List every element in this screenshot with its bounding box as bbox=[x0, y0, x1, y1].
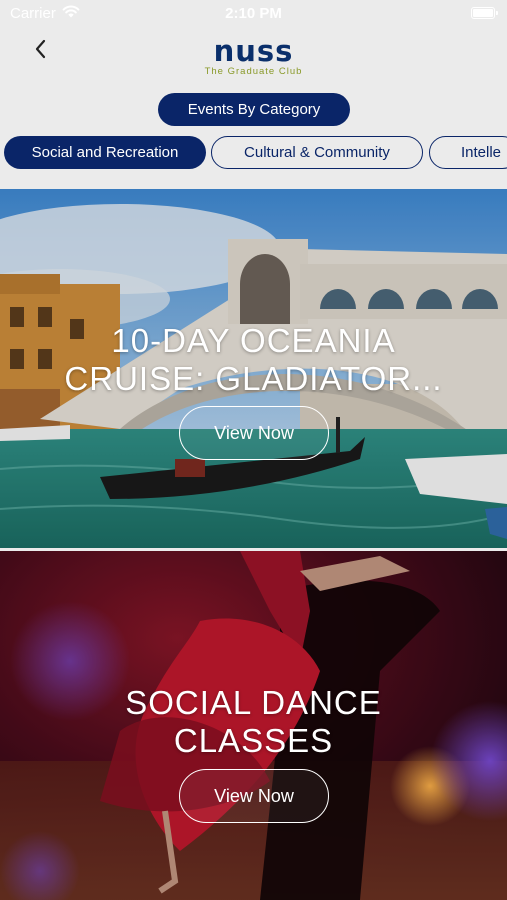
view-now-button-cruise[interactable]: View Now bbox=[179, 406, 329, 460]
event-title-line2: CRUISE: GLADIATOR... bbox=[64, 360, 443, 397]
event-title-dance: SOCIAL DANCE CLASSES bbox=[0, 684, 507, 760]
header: nuss The Graduate Club bbox=[0, 28, 507, 83]
event-title-cruise: 10-DAY OCEANIA CRUISE: GLADIATOR... bbox=[0, 322, 507, 398]
logo: nuss The Graduate Club bbox=[0, 36, 507, 77]
chip-intellectual[interactable]: Intelle bbox=[429, 136, 507, 169]
category-chips: Social and Recreation Cultural & Communi… bbox=[0, 136, 507, 170]
status-time: 2:10 PM bbox=[225, 5, 282, 22]
logo-tagline: The Graduate Club bbox=[204, 66, 303, 77]
event-title-line2: CLASSES bbox=[173, 722, 334, 759]
battery-icon bbox=[471, 7, 498, 19]
event-title-line1: 10-DAY OCEANIA bbox=[111, 322, 396, 359]
chip-social-recreation[interactable]: Social and Recreation bbox=[4, 136, 206, 169]
view-now-button-dance[interactable]: View Now bbox=[179, 769, 329, 823]
events-by-category-button[interactable]: Events By Category bbox=[158, 93, 350, 126]
status-bar: Carrier 2:10 PM bbox=[0, 0, 507, 28]
event-title-line1: SOCIAL DANCE bbox=[125, 684, 382, 721]
chip-cultural-community[interactable]: Cultural & Community bbox=[211, 136, 423, 169]
logo-wordmark: nuss bbox=[213, 34, 294, 68]
